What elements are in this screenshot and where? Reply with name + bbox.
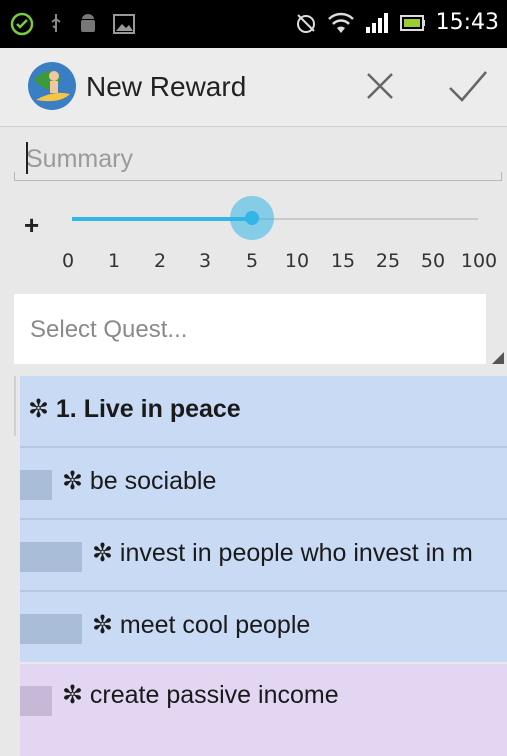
summary-input[interactable] [26, 142, 496, 176]
check-circle-icon [10, 12, 34, 36]
summary-field-container [14, 138, 502, 181]
slider-tick-label: 1 [107, 250, 121, 272]
list-item-label: ✼ 1. Live in peace [28, 395, 241, 423]
check-icon[interactable] [446, 66, 490, 106]
list-item-partial[interactable] [20, 728, 507, 756]
image-icon [113, 14, 135, 34]
summary-underline-left [14, 172, 15, 180]
list-item[interactable]: ✼ meet cool people [20, 592, 507, 662]
indent-marker [20, 614, 82, 644]
list-item-label: ✼ be sociable [62, 467, 217, 495]
alarm-off-icon [296, 13, 315, 33]
page-title: New Reward [86, 71, 247, 102]
text-cursor [26, 142, 28, 174]
battery-icon [399, 14, 425, 31]
wifi-icon [327, 12, 354, 33]
action-bar: New Reward [0, 48, 507, 127]
close-icon[interactable] [360, 66, 400, 106]
spinner-corner-icon [492, 352, 504, 364]
slider-thumb[interactable] [245, 211, 259, 225]
quest-dropdown-list[interactable]: ✼ 1. Live in peace ✼ be sociable ✼ inves… [20, 376, 507, 756]
slider-tick-label: 50 [420, 250, 446, 272]
list-item-label: ✼ invest in people who invest in m [92, 539, 473, 567]
slider-track-fill [72, 217, 252, 221]
status-bar: 15:43 [0, 0, 507, 48]
slider-tick-label: 100 [460, 250, 498, 272]
list-item-label: ✼ create passive income [62, 681, 339, 709]
list-item[interactable]: ✼ be sociable [20, 448, 507, 518]
select-quest-field[interactable]: Select Quest... [14, 294, 486, 364]
slider-tick-label: 25 [375, 250, 401, 272]
signal-icon [365, 12, 388, 33]
list-item-label: ✼ meet cool people [92, 611, 311, 639]
slider-tick-label: 10 [284, 250, 310, 272]
slider-tick-label: 0 [61, 250, 75, 272]
slider-tick-label: 15 [330, 250, 356, 272]
slider-tick-label: 2 [153, 250, 167, 272]
app-logo-icon[interactable] [26, 60, 78, 112]
indent-marker [20, 542, 82, 572]
slider-tick-label: 5 [245, 250, 259, 272]
slider-prefix: + [24, 210, 40, 240]
usb-icon [51, 14, 61, 32]
list-item[interactable]: ✼ create passive income [20, 664, 507, 728]
field-left-border [14, 376, 16, 436]
list-item[interactable]: ✼ 1. Live in peace [20, 376, 507, 446]
indent-marker [20, 686, 52, 716]
slider-tick-label: 3 [198, 250, 212, 272]
android-icon [81, 14, 95, 32]
summary-underline-right [501, 172, 502, 180]
slider-tick-labels: 0 1 2 3 5 10 15 25 50 100 [0, 250, 507, 276]
indent-marker [20, 470, 52, 500]
status-time: 15:43 [435, 10, 499, 35]
list-item[interactable]: ✼ invest in people who invest in m [20, 520, 507, 590]
select-quest-placeholder: Select Quest... [30, 316, 188, 343]
